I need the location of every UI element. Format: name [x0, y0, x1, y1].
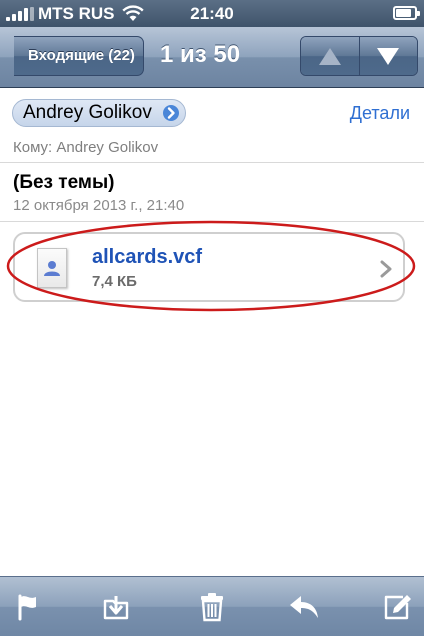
message-subject: (Без темы): [13, 172, 115, 193]
next-message-button[interactable]: [358, 37, 417, 75]
status-bar: MTS RUS 21:40: [0, 0, 424, 27]
delete-button[interactable]: [188, 577, 236, 636]
triangle-down-icon: [377, 47, 400, 65]
subject-divider: [0, 221, 424, 222]
reply-button[interactable]: [280, 577, 328, 636]
recipient-line: Кому: Andrey Golikov: [13, 139, 159, 156]
navigation-bar: Входящие (22) 1 из 50: [0, 27, 424, 88]
status-time: 21:40: [190, 4, 234, 23]
vcard-file-icon: [37, 248, 67, 288]
move-to-folder-icon: [103, 595, 129, 619]
triangle-up-icon: [318, 47, 341, 65]
previous-message-button[interactable]: [301, 37, 359, 75]
attachment-item[interactable]: allcards.vcf 7,4 КБ: [13, 232, 405, 302]
details-link[interactable]: Детали: [350, 103, 410, 124]
flag-icon: [18, 594, 36, 620]
attachment-name: allcards.vcf: [92, 246, 203, 268]
message-navigation-control: [300, 36, 418, 76]
page-title: 1 из 50: [160, 41, 241, 68]
flag-button[interactable]: [4, 577, 52, 636]
trash-icon: [201, 592, 223, 621]
header-divider: [0, 162, 424, 163]
chevron-right-icon: [163, 105, 179, 121]
message-date: 12 октября 2013 г., 21:40: [13, 197, 185, 214]
compose-icon: [384, 594, 411, 619]
battery-level: [396, 9, 412, 17]
move-to-folder-button[interactable]: [92, 577, 140, 636]
bottom-toolbar: [0, 576, 424, 636]
compose-button[interactable]: [374, 577, 422, 636]
chevron-right-icon: [380, 260, 392, 278]
back-to-inbox-button[interactable]: Входящие (22): [14, 36, 144, 76]
battery-icon: [393, 6, 420, 20]
sender-name: Andrey Golikov: [23, 102, 152, 123]
reply-icon: [290, 595, 318, 618]
back-button-label: Входящие (22): [28, 47, 135, 64]
sender-chip[interactable]: Andrey Golikov: [12, 99, 186, 127]
attachment-size: 7,4 КБ: [92, 273, 137, 290]
